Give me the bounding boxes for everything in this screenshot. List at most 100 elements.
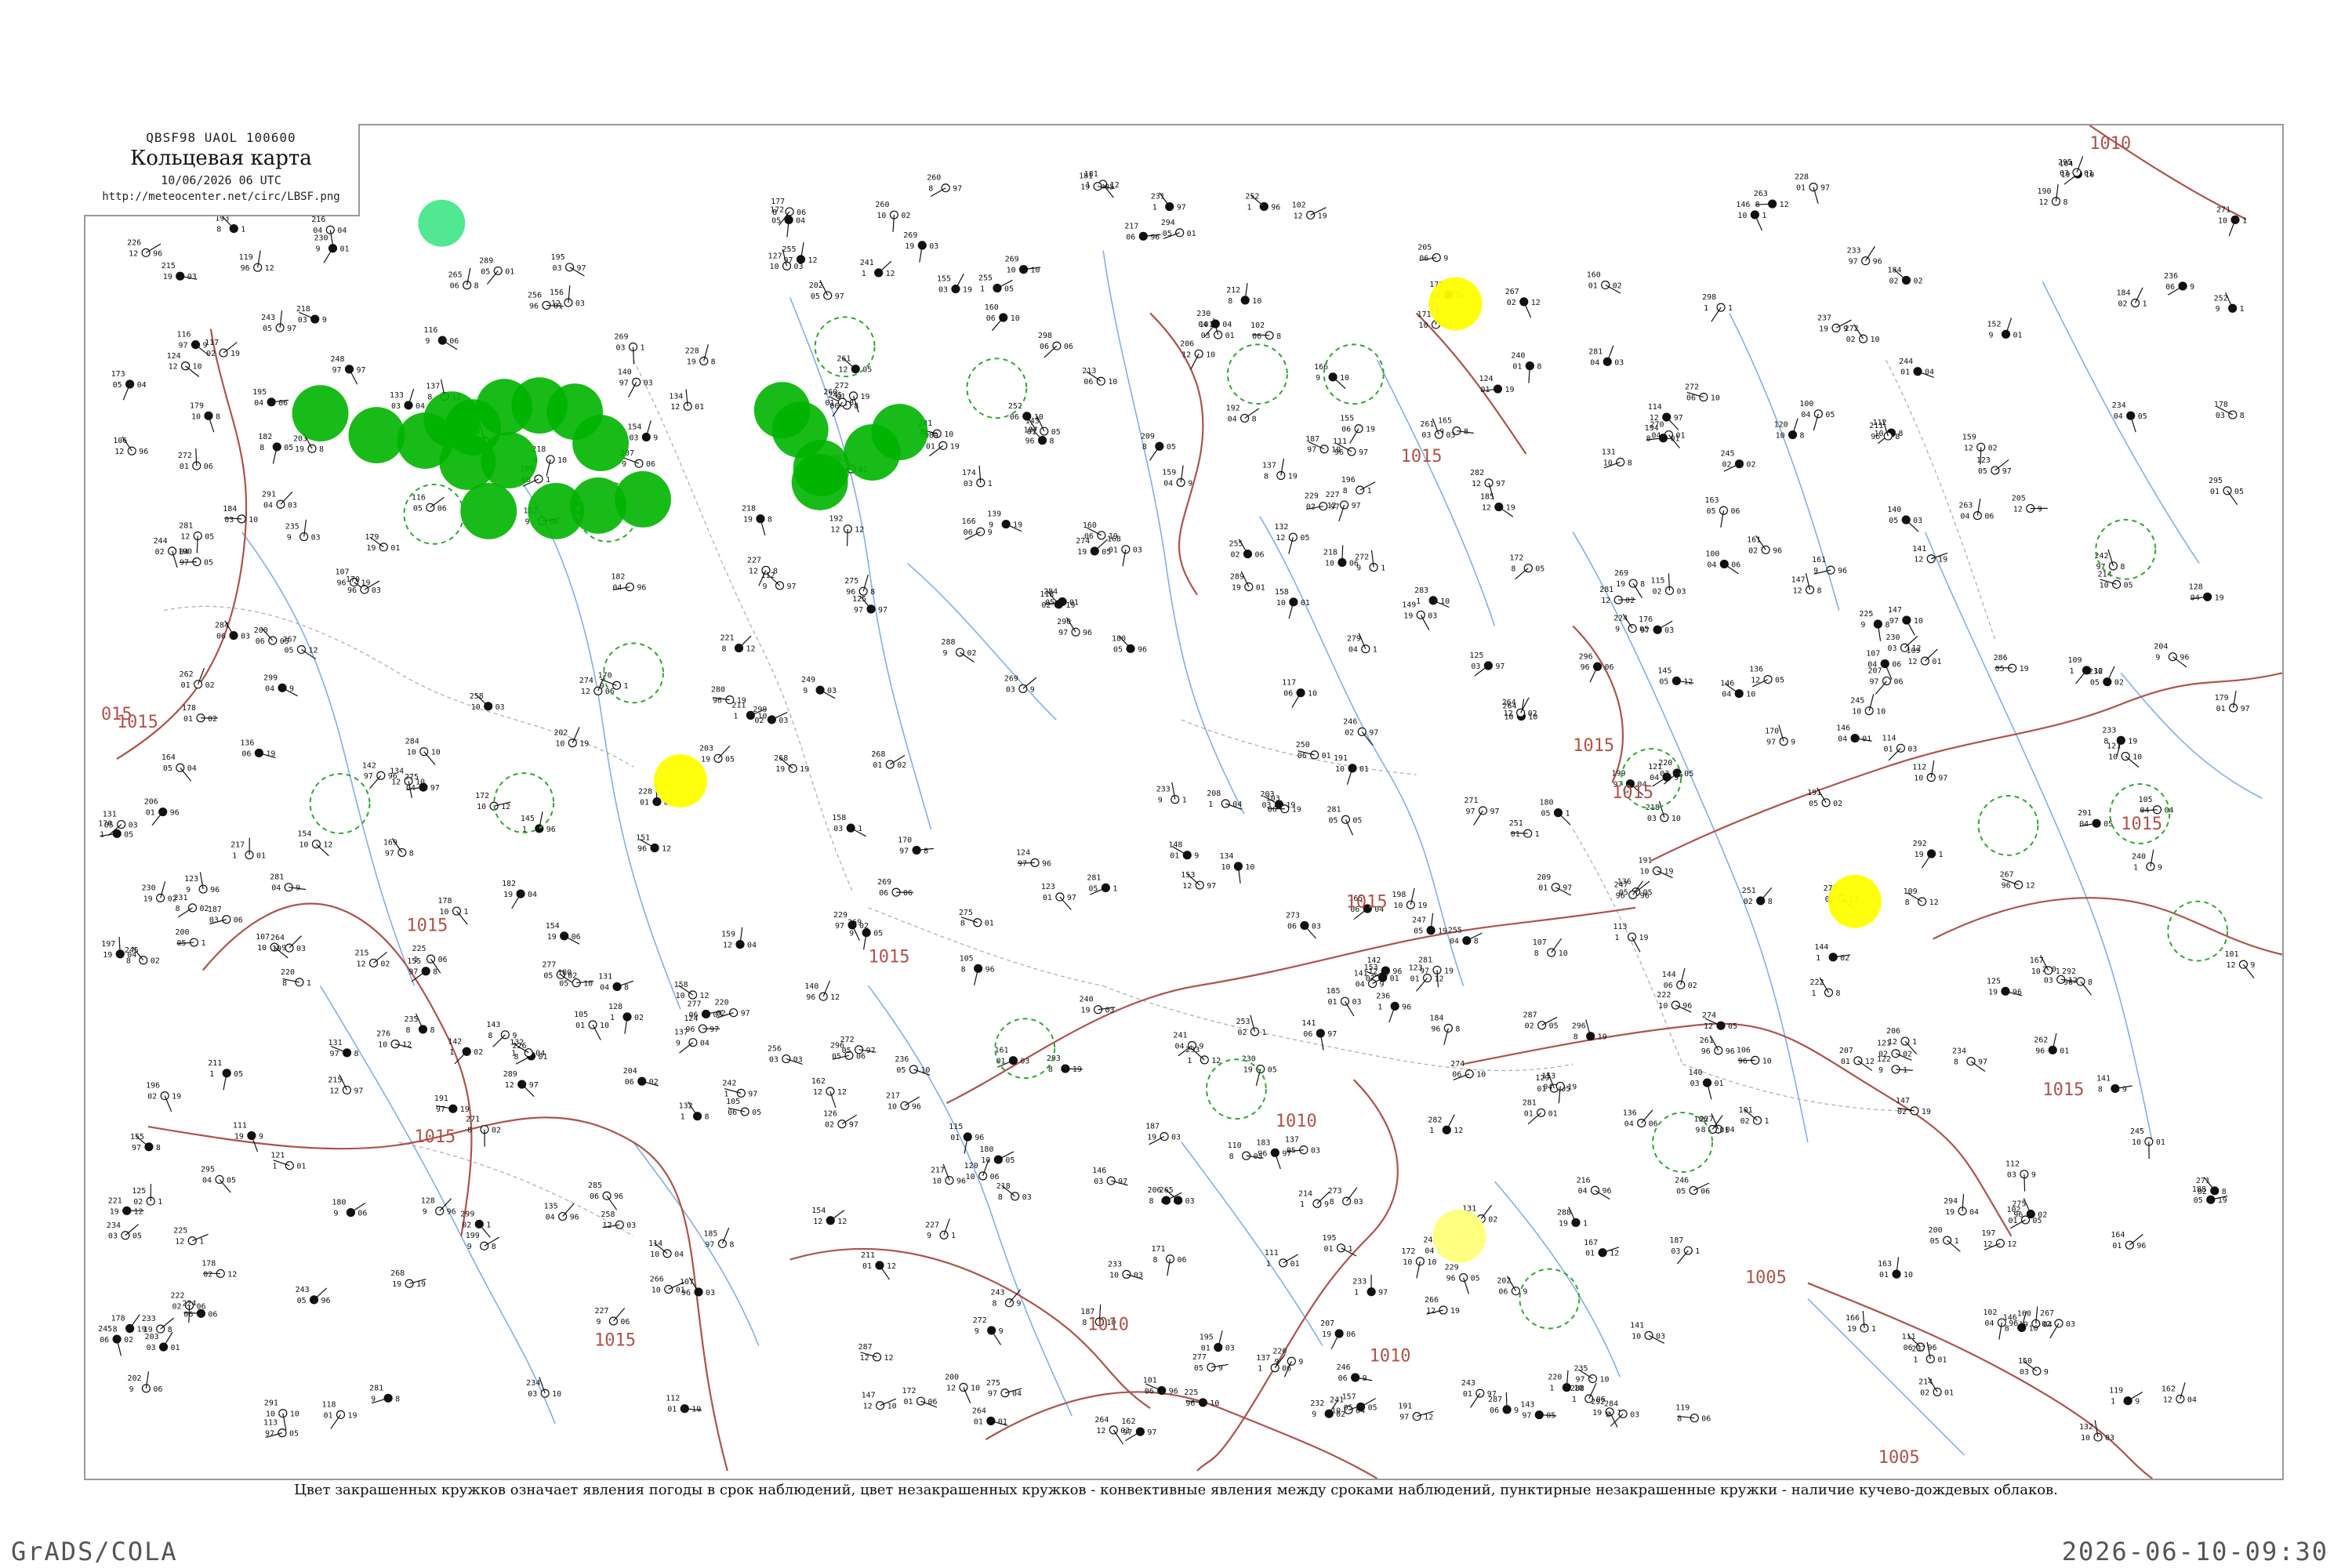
station-tendency: 05 (725, 755, 735, 764)
station-tendency: 05 (1005, 1156, 1014, 1165)
station-code: 9 (1989, 331, 1994, 339)
station-tendency: 97 (1487, 1390, 1497, 1399)
station-plot: 26506 8 (448, 267, 479, 291)
station-tendency: 05 (2033, 1217, 2042, 1225)
station-plot: 26010 02 (875, 201, 910, 233)
station-tendency: 19 (137, 1325, 147, 1334)
station-tendency: 02 (901, 212, 910, 220)
station-tendency: 05 (1167, 443, 1176, 452)
station-pressure: 261 (1420, 420, 1434, 429)
station-plot: 29405 01 (1161, 219, 1196, 239)
station-code: 1 (232, 852, 237, 861)
station-code: 12 (602, 1221, 612, 1230)
station-pressure: 180 (1112, 634, 1126, 643)
station-pressure: 255 (1229, 540, 1243, 549)
station-code: 96 (1185, 1399, 1195, 1408)
station-pressure: 123 (1041, 883, 1055, 891)
station-tendency: 03 (1907, 745, 1917, 753)
station-plot: 18597 8 (703, 1227, 734, 1249)
station-circle (1240, 413, 1250, 423)
station-pressure: 160 (2017, 1309, 2031, 1318)
station-plot: 27206 10 (1685, 383, 1720, 403)
station-pressure: 195 (1200, 1334, 1214, 1342)
station-tendency: 97 (1282, 1149, 1291, 1158)
station-pressure: 102 (1983, 1308, 1997, 1317)
station-code: 19 (272, 945, 281, 953)
station-code: 97 (1058, 629, 1068, 637)
station-plot: 1968 1 (1341, 476, 1376, 495)
fog-marker (1428, 277, 1483, 331)
station-tendency: 12 (323, 841, 332, 850)
station-tendency: 05 (227, 1176, 236, 1185)
station-pressure: 228 (638, 788, 652, 797)
station-tendency: 96 (1873, 258, 1882, 267)
station-tendency: 1 (1381, 564, 1385, 573)
station-code: 97 (1522, 1412, 1531, 1421)
station-tendency: 10 (944, 430, 953, 439)
station-code: 05 (771, 216, 781, 225)
station-circle (993, 1155, 1003, 1164)
station-code: 12 (863, 1403, 873, 1411)
station-code: 02 (1306, 503, 1316, 512)
station-pressure: 131 (328, 1039, 343, 1047)
station-pressure: 264 (1502, 699, 1516, 707)
station-pressure: 123 (1409, 964, 1423, 973)
station-tendency: 8 (1455, 1025, 1460, 1033)
station-plot: 1378 19 (1262, 458, 1298, 481)
station-plot: 10796 03 (680, 1277, 715, 1298)
isobar-label: 1010 (1370, 1346, 1411, 1366)
station-plot: 26801 02 (871, 750, 906, 770)
station-pressure: 196 (146, 1082, 160, 1091)
station-tendency: 19 (1922, 1108, 1931, 1116)
station-code: 10 (652, 1287, 661, 1295)
station-plot: 22512 1 (173, 1227, 209, 1247)
station-code: 8 (1573, 1033, 1578, 1042)
station-plot: 15503 19 (937, 273, 972, 295)
station-tendency: 03 (1312, 922, 1321, 931)
station-pressure: 244 (154, 537, 168, 546)
station-circle (426, 954, 436, 964)
station-pressure: 225 (412, 945, 426, 953)
station-circle (736, 1088, 746, 1098)
station-pressure: 125 (132, 1187, 146, 1196)
station-code: 10 (299, 841, 308, 850)
station-plot: 1129 97 (761, 572, 797, 591)
station-pressure: 227 (1326, 491, 1340, 499)
station-code: 05 (1194, 1364, 1203, 1373)
station-circle (480, 1241, 489, 1250)
station-code: 10 (650, 1250, 659, 1259)
station-pressure: 105 (2139, 796, 2153, 804)
station-plot: 11801 19 (322, 1400, 358, 1429)
station-code: 8 (1534, 949, 1539, 958)
station-tendency: 10 (1440, 597, 1450, 606)
station-code: 8 (1954, 1058, 1958, 1067)
station-pressure: 139 (987, 510, 1001, 519)
station-pressure: 214 (1918, 1377, 1933, 1386)
station-code: 06 (1040, 343, 1049, 351)
station-code: 04 (1356, 981, 1365, 989)
station-circle (127, 446, 136, 456)
station-circle (1434, 430, 1443, 439)
station-plot: 1169 06 (423, 326, 459, 350)
station-pressure: 105 (726, 1098, 740, 1106)
map-url[interactable]: http://meteocenter.net/circ/LBSF.png (84, 191, 358, 203)
station-tendency: 8 (1640, 580, 1645, 589)
station-pressure: 146 (1092, 1167, 1106, 1175)
station-code: 02 (1889, 277, 1899, 285)
station-plot: 27205 97 (840, 1036, 877, 1055)
station-code: 8 (260, 444, 264, 452)
station-plot: 21410 05 (2098, 570, 2133, 590)
station-pressure: 248 (331, 355, 345, 364)
station-code: 8 (928, 185, 933, 194)
station-plot: 13212 05 (1274, 523, 1309, 554)
station-pressure: 140 (1887, 506, 1901, 514)
station-code: 02 (825, 1121, 834, 1130)
station-tendency: 8 (1768, 898, 1773, 906)
station-pressure: 124 (1016, 848, 1030, 857)
station-plot: 26112 05 (837, 355, 872, 375)
station-plot: 17097 9 (1765, 724, 1795, 747)
station-code: 01 (324, 1411, 333, 1420)
station-code: 97 (705, 1240, 714, 1249)
station-tendency: 8 (705, 1113, 710, 1122)
station-pressure: 180 (979, 1145, 993, 1154)
